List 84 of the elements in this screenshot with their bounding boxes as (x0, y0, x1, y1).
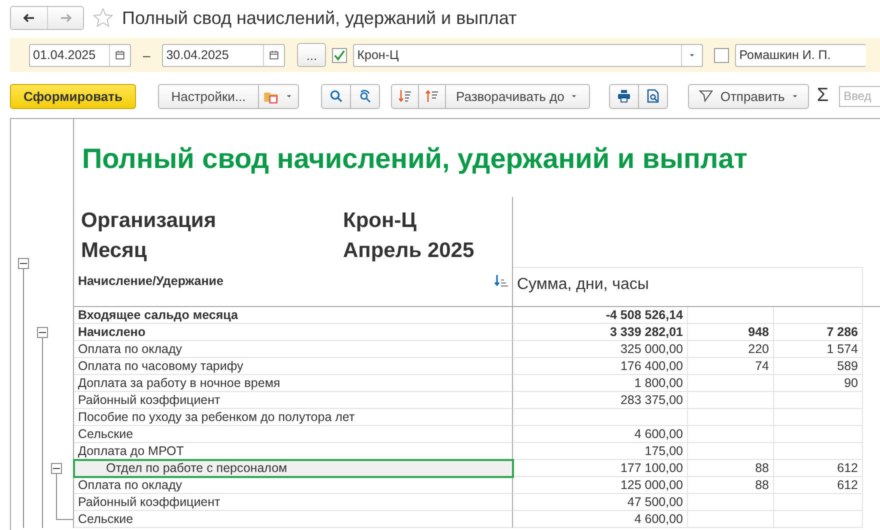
amount-cell: -4 508 526,14 (513, 307, 688, 324)
employee-checkbox[interactable] (714, 48, 730, 62)
item-name-cell: Начислено (74, 324, 513, 341)
sort-down-icon (398, 89, 412, 103)
sum-button[interactable]: Σ (816, 85, 829, 107)
sort-order-icon (494, 274, 508, 288)
back-arrow-icon (22, 11, 36, 25)
collapse-button[interactable] (37, 327, 48, 338)
field-label: Организация (81, 209, 218, 233)
group-row-cell: Отдел по работе с персоналом (74, 460, 513, 477)
days-cell: 88 (688, 460, 774, 477)
days-cell: 948 (688, 324, 774, 341)
variant-button[interactable] (259, 84, 299, 108)
item-name-cell: Районный коэффициент (74, 494, 513, 511)
item-name-cell: Оплата по окладу (74, 341, 513, 358)
printer-icon (617, 89, 632, 103)
collapse-button[interactable] (51, 463, 62, 474)
days-cell: 220 (688, 341, 774, 358)
hours-cell: 589 (774, 358, 863, 375)
organization-select[interactable]: Крон-Ц (353, 44, 704, 66)
forward-arrow-icon (58, 11, 72, 25)
amount-cell: 176 400,00 (513, 358, 688, 375)
collapse-button[interactable] (18, 258, 29, 269)
amount-cell: 283 375,00 (513, 392, 688, 409)
print-button[interactable] (609, 84, 640, 108)
sort-up-icon (425, 89, 439, 103)
period-button[interactable]: ... (297, 43, 326, 67)
back-button[interactable] (11, 7, 47, 29)
column-header: Начисление/Удержание (78, 274, 224, 290)
amount-cell: 175,00 (513, 443, 688, 460)
item-name-cell: Сельские (74, 426, 513, 443)
minus-icon (39, 329, 46, 336)
item-name-cell: Сельские (74, 511, 513, 528)
calendar-icon (268, 49, 280, 61)
search-button[interactable] (321, 84, 351, 108)
organization-checkbox[interactable] (332, 48, 348, 62)
send-icon (697, 89, 716, 103)
search-icon (329, 89, 343, 103)
item-name-cell: Доплата за работу в ночное время (74, 375, 513, 392)
generate-button[interactable]: Сформировать (10, 84, 136, 108)
amount-cell: 125 000,00 (513, 477, 688, 494)
field-value: Крон-Ц (343, 209, 418, 233)
sort-ascending-button[interactable] (419, 84, 446, 108)
minus-icon (53, 465, 60, 472)
days-cell: 74 (688, 358, 774, 375)
send-button[interactable]: Отправить (688, 84, 809, 108)
item-name-cell: Оплата по часовому тарифу (74, 358, 513, 375)
date-separator: – (143, 48, 150, 62)
minus-icon (20, 260, 27, 267)
item-name-cell: Пособие по уходу за ребенком до полутора лет (74, 409, 513, 426)
window-title: Полный свод начислений, удержаний и выплат (122, 8, 517, 28)
amount-cell: 325 000,00 (513, 341, 688, 358)
amount-cell: 3 339 282,01 (513, 324, 688, 341)
field-label: Месяц (81, 239, 148, 263)
sort-descending-button[interactable] (391, 84, 419, 108)
calendar-icon (114, 49, 126, 61)
column-header: Сумма, дни, часы (513, 267, 863, 307)
amount-cell: 177 100,00 (513, 460, 688, 477)
hours-cell: 7 286 (774, 324, 863, 341)
item-name-cell: Входящее сальдо месяца (74, 307, 513, 324)
amount-cell: 47 500,00 (513, 494, 688, 511)
date-from-field[interactable]: 01.04.2025 (29, 44, 131, 66)
search-field[interactable]: Введ (838, 86, 880, 106)
hours-cell: 612 (774, 477, 863, 494)
print-preview-icon (646, 89, 660, 103)
amount-cell: 4 600,00 (513, 511, 688, 528)
report-title: Полный свод начислений, удержаний и выплат (81, 142, 748, 176)
days-cell: 88 (688, 477, 774, 494)
search-refresh-button[interactable] (351, 84, 380, 108)
amount-cell: 1 800,00 (513, 375, 688, 392)
print-preview-button[interactable] (639, 84, 668, 108)
item-name-cell: Оплата по окладу (74, 477, 513, 494)
amount-cell: 4 600,00 (513, 426, 688, 443)
search-refresh-icon (358, 89, 372, 103)
hours-cell: 1 574 (774, 341, 863, 358)
hours-cell: 612 (774, 460, 863, 477)
date-to-field[interactable]: 30.04.2025 (162, 44, 286, 66)
expand-to-dropdown[interactable]: Разворачивать до (446, 84, 590, 108)
settings-button[interactable]: Настройки... (158, 84, 259, 108)
field-value: Апрель 2025 (343, 239, 476, 263)
employee-field[interactable]: Ромашкин И. П. (735, 44, 866, 66)
item-name-cell: Районный коэффициент (74, 392, 513, 409)
hours-cell: 90 (774, 375, 863, 392)
favorite-star-icon[interactable] (92, 7, 114, 29)
